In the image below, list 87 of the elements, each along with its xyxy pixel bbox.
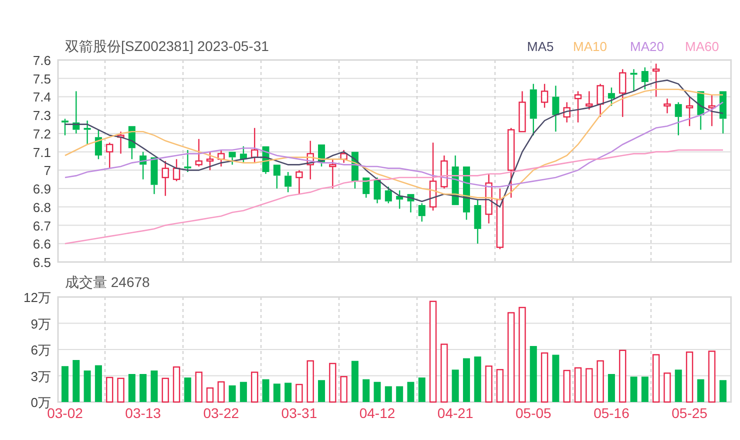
date-label: 05-25 [672,405,708,421]
volume-bar [552,354,560,402]
volume-bar [452,370,459,402]
volume-bar [530,346,537,402]
volume-bar [284,382,292,402]
chart-title: 成交量 24678 [65,275,150,290]
volume-bar [94,365,102,402]
volume-bar [340,376,348,403]
axis-label: 6.7 [32,218,51,234]
volume-bar [563,370,570,403]
volume-bar [374,382,381,402]
volume-bar [262,379,270,402]
volume-bar [384,386,392,402]
volume-bar [641,376,648,402]
volume-bar [251,372,258,403]
date-label: 04-21 [437,405,474,421]
volume-bar [140,374,147,402]
volume-bar [586,368,593,403]
volume-bar [273,384,280,402]
axis-label: 7.2 [32,126,51,142]
volume-bar [195,372,202,403]
volume-bar [720,380,726,402]
volume-bar [418,378,426,402]
volume-bar [206,387,214,403]
legend-label: MA60 [685,39,719,54]
axis-label: 7.6 [32,53,51,68]
volume-bar [117,378,124,403]
volume-bar [184,378,192,402]
axis-label: 9万 [30,316,51,332]
volume-bar [318,380,325,402]
axis-label: 7.5 [32,71,51,86]
volume-bar [218,381,225,403]
volume-bar [172,366,180,403]
volume-bar [474,356,482,402]
volume-bar [686,352,694,403]
volume-bar [306,360,314,403]
axis-label: 6.8 [32,200,51,215]
volume-bar [697,379,704,402]
date-label: 03-31 [281,405,318,421]
volume-bar [708,350,716,403]
volume-bar [106,376,114,403]
volume-bar [351,360,358,402]
volume-bar [652,354,660,403]
volume-bar [596,360,604,403]
volume-bar [329,362,336,403]
volume-bar [608,374,615,402]
axis-label: 6.5 [32,255,51,270]
volume-bar [150,370,158,402]
volume-bar [72,360,80,402]
volume-bar [496,369,504,403]
volume-bar [463,358,470,402]
axis-label: 7.3 [32,108,51,124]
volume-bar [485,366,492,403]
volume-bar [362,379,370,402]
axis-label: 6.6 [32,236,51,252]
legend-label: MA20 [630,39,664,54]
volume-bar [630,376,638,402]
axis-label: 7.4 [32,90,51,105]
date-label: 03-13 [125,405,161,421]
volume-bar [62,366,68,402]
volume-bar [240,382,247,402]
axis-label: 12万 [24,290,51,305]
legend-label: MA10 [573,39,607,54]
volume-bar [228,385,236,402]
volume-bar [128,374,136,402]
volume-bar [84,370,91,402]
axis-label: 3万 [30,368,51,384]
chart-title: 双箭股份[SZ002381] 2023-05-31 [65,38,269,54]
axis-label: 7 [44,163,51,178]
date-label: 04-12 [359,405,396,421]
volume-bar [674,370,682,402]
date-label: 05-05 [516,405,552,421]
axis-label: 6.9 [32,182,51,197]
volume-bar [540,352,548,403]
axis-label: 6万 [30,342,51,358]
volume-bar [162,378,169,403]
axis-label: 7.1 [32,144,51,160]
volume-bar [440,344,448,403]
volume-bar [407,382,414,402]
date-label: 03-22 [203,405,240,421]
volume-bar [664,372,671,403]
volume-bar [619,350,626,403]
volume-bar [574,367,582,403]
legend-label: MA5 [527,39,554,54]
volume-bar [396,386,404,402]
volume-bar [296,384,303,403]
date-label: 05-16 [594,405,630,421]
